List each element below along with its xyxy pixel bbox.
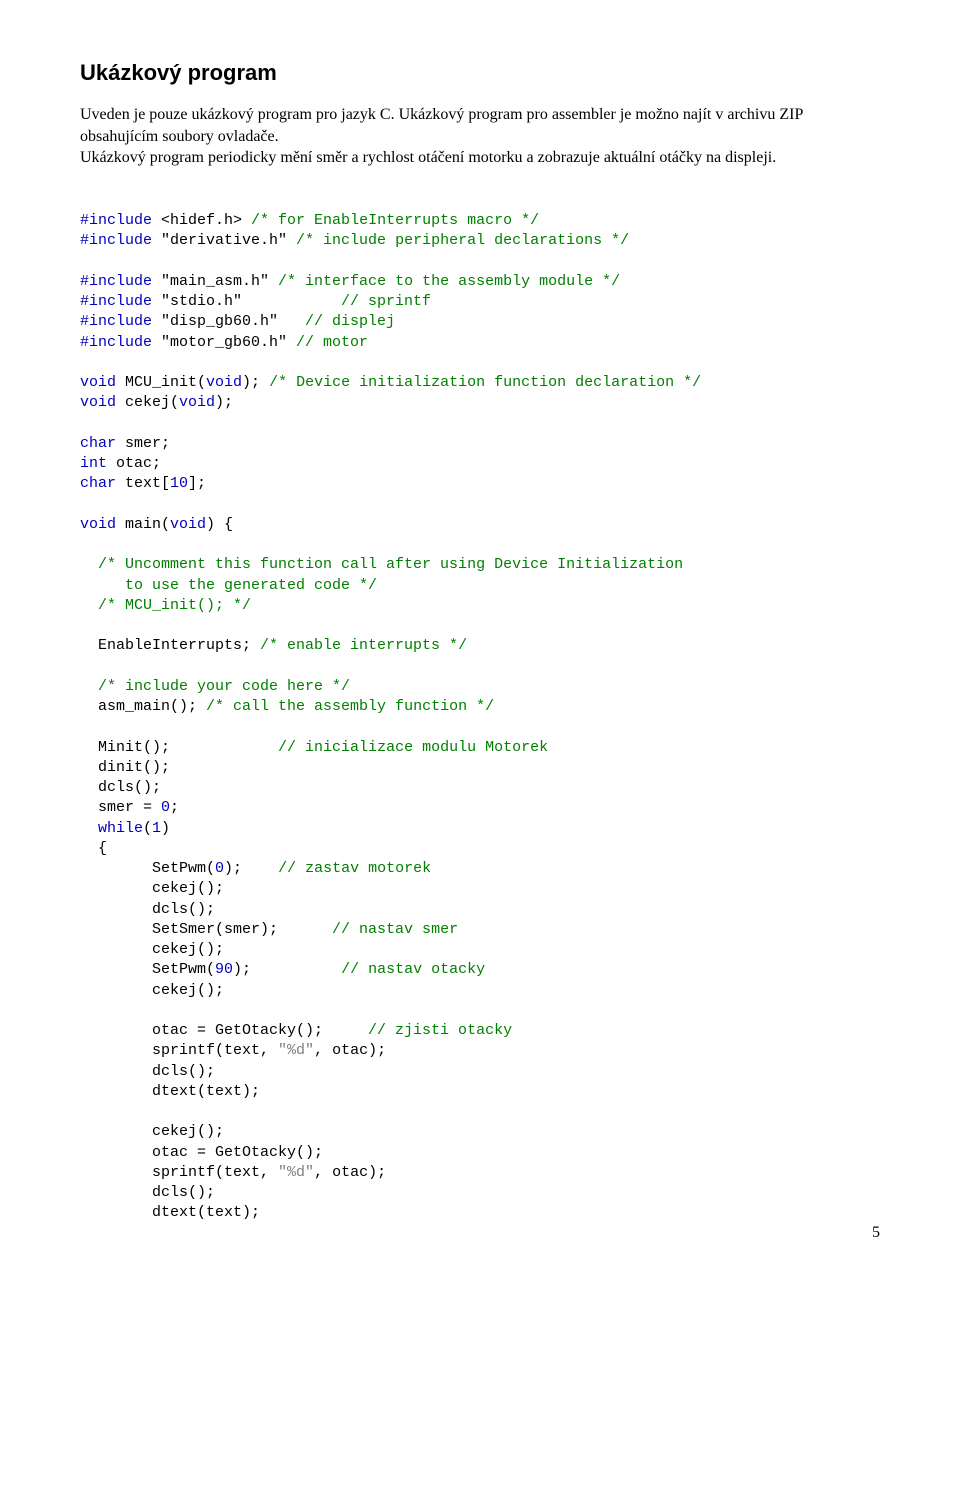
- intro-paragraph: Uveden je pouze ukázkový program pro jaz…: [80, 104, 880, 169]
- kw-void: void: [80, 394, 116, 411]
- ident: otac = GetOtacky();: [80, 1022, 368, 1039]
- include-arg: "disp_gb60.h": [152, 313, 305, 330]
- num-literal: 1: [152, 820, 161, 837]
- comment: // nastav otacky: [341, 961, 485, 978]
- num-literal: 90: [215, 961, 233, 978]
- include-arg: "stdio.h": [152, 293, 341, 310]
- kw-include: #include: [80, 313, 152, 330]
- ident: );: [224, 860, 278, 877]
- comment: // motor: [296, 334, 368, 351]
- ident: );: [215, 394, 233, 411]
- ident: , otac);: [314, 1042, 386, 1059]
- comment: /* include your code here */: [80, 678, 350, 695]
- ident: dcls();: [80, 901, 215, 918]
- ident: ];: [188, 475, 206, 492]
- comment: // displej: [305, 313, 395, 330]
- kw-include: #include: [80, 212, 152, 229]
- kw-char: char: [80, 435, 116, 452]
- page-title: Ukázkový program: [80, 60, 880, 86]
- include-arg: <hidef.h>: [152, 212, 251, 229]
- ident: Minit();: [80, 739, 278, 756]
- ident: smer =: [80, 799, 161, 816]
- ident: dcls();: [80, 1184, 215, 1201]
- ident: sprintf(text,: [80, 1042, 278, 1059]
- ident: cekej();: [80, 1123, 224, 1140]
- kw-char: char: [80, 475, 116, 492]
- ident: dcls();: [80, 779, 161, 796]
- kw-void: void: [179, 394, 215, 411]
- ident: sprintf(text,: [80, 1164, 278, 1181]
- ident: SetPwm(: [80, 860, 215, 877]
- string-literal: "%d": [278, 1164, 314, 1181]
- comment: /* for EnableInterrupts macro */: [251, 212, 539, 229]
- ident: dcls();: [80, 1063, 215, 1080]
- ident: MCU_init(: [116, 374, 206, 391]
- comment: // zjisti otacky: [368, 1022, 512, 1039]
- string-literal: "%d": [278, 1042, 314, 1059]
- comment: /* include peripheral declarations */: [296, 232, 629, 249]
- ident: otac = GetOtacky();: [80, 1144, 323, 1161]
- kw-int: int: [80, 455, 107, 472]
- kw-include: #include: [80, 293, 152, 310]
- comment: // nastav smer: [332, 921, 458, 938]
- ident: );: [233, 961, 341, 978]
- include-arg: "derivative.h": [152, 232, 296, 249]
- comment: /* enable interrupts */: [260, 637, 467, 654]
- ident: ;: [170, 799, 179, 816]
- comment: /* Uncomment this function call after us…: [80, 556, 683, 614]
- include-arg: "motor_gb60.h": [152, 334, 296, 351]
- kw-void: void: [170, 516, 206, 533]
- ident: text[: [116, 475, 170, 492]
- ident: main(: [116, 516, 170, 533]
- ident: ): [161, 820, 170, 837]
- kw-include: #include: [80, 232, 152, 249]
- ident: {: [80, 840, 107, 857]
- ident: (: [143, 820, 152, 837]
- ident: dtext(text);: [80, 1204, 260, 1221]
- ident: cekej(: [116, 394, 179, 411]
- comment: /* Device initialization function declar…: [269, 374, 701, 391]
- kw-include: #include: [80, 334, 152, 351]
- ident: SetPwm(: [80, 961, 215, 978]
- ident: ) {: [206, 516, 233, 533]
- ident: otac;: [107, 455, 161, 472]
- code-block: #include <hidef.h> /* for EnableInterrup…: [80, 191, 880, 1224]
- kw-include: #include: [80, 273, 152, 290]
- comment: // zastav motorek: [278, 860, 431, 877]
- comment: // inicializace modulu Motorek: [278, 739, 548, 756]
- ident: );: [242, 374, 269, 391]
- kw-void: void: [80, 516, 116, 533]
- kw-void: void: [80, 374, 116, 391]
- comment: // sprintf: [341, 293, 431, 310]
- page-number: 5: [872, 1224, 880, 1242]
- num-literal: 10: [170, 475, 188, 492]
- comment: /* interface to the assembly module */: [278, 273, 620, 290]
- num-literal: 0: [161, 799, 170, 816]
- ident: EnableInterrupts;: [80, 637, 260, 654]
- ident: cekej();: [80, 982, 224, 999]
- kw-while: while: [80, 820, 143, 837]
- comment: /* call the assembly function */: [206, 698, 494, 715]
- include-arg: "main_asm.h": [152, 273, 278, 290]
- ident: dinit();: [80, 759, 170, 776]
- ident: SetSmer(smer);: [80, 921, 332, 938]
- ident: asm_main();: [80, 698, 206, 715]
- ident: dtext(text);: [80, 1083, 260, 1100]
- ident: , otac);: [314, 1164, 386, 1181]
- kw-void: void: [206, 374, 242, 391]
- ident: smer;: [116, 435, 170, 452]
- ident: cekej();: [80, 941, 224, 958]
- num-literal: 0: [215, 860, 224, 877]
- ident: cekej();: [80, 880, 224, 897]
